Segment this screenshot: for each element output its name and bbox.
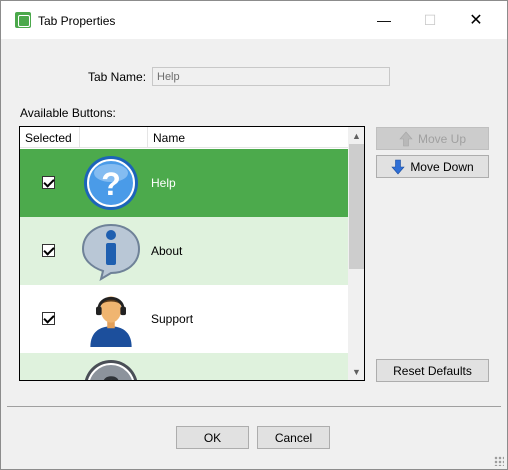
available-buttons-label: Available Buttons:	[20, 106, 116, 120]
question-bubble-gray-icon: ?	[84, 360, 138, 381]
list-header: Selected Name	[20, 127, 348, 148]
row-name: Support	[151, 312, 194, 326]
svg-text:?: ?	[101, 370, 121, 381]
window-title: Tab Properties	[38, 14, 116, 28]
list-item[interactable]: ?	[20, 353, 348, 381]
arrow-down-icon	[391, 159, 405, 174]
footer-separator	[7, 406, 501, 407]
scroll-up-arrow-icon[interactable]: ▲	[348, 127, 364, 144]
scroll-down-arrow-icon[interactable]: ▼	[348, 363, 364, 380]
row-name: Help	[151, 176, 176, 190]
reset-defaults-button[interactable]: Reset Defaults	[376, 359, 489, 382]
scrollbar-thumb[interactable]	[349, 144, 364, 269]
list-item[interactable]: Support	[20, 285, 348, 353]
ok-button[interactable]: OK	[176, 426, 249, 449]
move-down-label: Move Down	[410, 159, 474, 174]
row-checkbox[interactable]	[42, 312, 55, 325]
list-item[interactable]: ? Help	[20, 149, 348, 217]
app-icon	[15, 12, 31, 28]
row-checkbox[interactable]	[42, 176, 55, 189]
vertical-scrollbar[interactable]: ▲ ▼	[348, 127, 364, 380]
row-checkbox[interactable]	[42, 244, 55, 257]
info-bubble-icon	[81, 223, 141, 281]
tab-name-label: Tab Name:	[88, 70, 147, 84]
resize-grip-icon[interactable]	[494, 456, 504, 466]
column-header-icon[interactable]	[80, 127, 148, 148]
move-up-label: Move Up	[417, 131, 467, 146]
column-header-selected[interactable]: Selected	[20, 127, 80, 148]
title-bar[interactable]: Tab Properties — ☐ ✕	[1, 1, 507, 39]
move-down-button[interactable]: Move Down	[376, 155, 489, 178]
arrow-up-icon	[399, 131, 413, 146]
buttons-listview[interactable]: Selected Name ? Help About Support ? ▲ ▼	[19, 126, 365, 381]
row-name: About	[151, 244, 183, 258]
question-bubble-icon: ?	[84, 156, 138, 210]
close-button[interactable]: ✕	[453, 1, 499, 39]
dialog-window: Tab Properties — ☐ ✕ Tab Name: Help Avai…	[0, 0, 508, 470]
maximize-button: ☐	[423, 11, 437, 28]
support-agent-icon	[90, 296, 132, 347]
column-header-name[interactable]: Name	[148, 127, 348, 148]
cancel-button[interactable]: Cancel	[257, 426, 330, 449]
row-checkbox[interactable]	[42, 380, 55, 381]
tab-name-field: Help	[152, 67, 390, 86]
svg-text:?: ?	[101, 166, 121, 202]
list-item[interactable]: About	[20, 217, 348, 285]
minimize-button[interactable]: —	[361, 1, 407, 39]
move-up-button[interactable]: Move Up	[376, 127, 489, 150]
